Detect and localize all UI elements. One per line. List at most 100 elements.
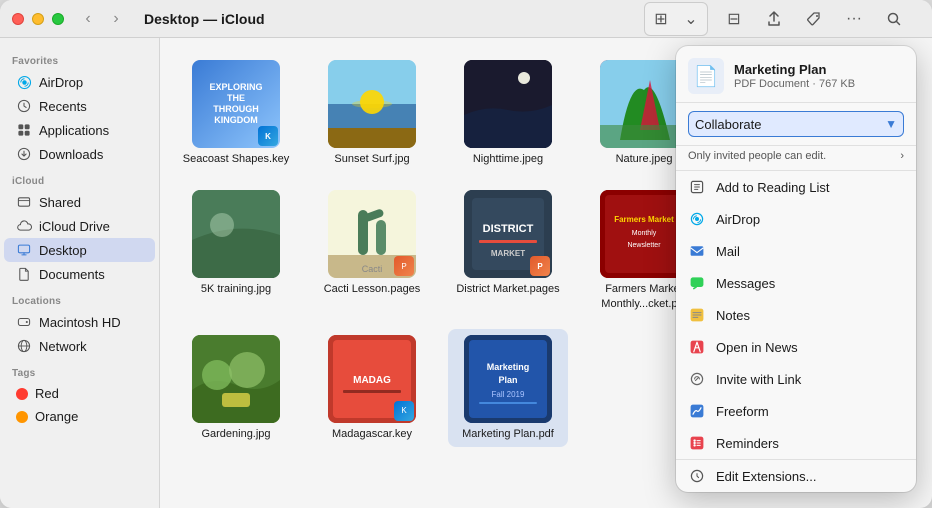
sidebar-item-macintosh-hd[interactable]: Macintosh HD [4, 310, 155, 334]
sidebar-desktop-label: Desktop [39, 243, 87, 258]
edit-extensions-icon [688, 467, 706, 485]
popup-menu-item-notes[interactable]: Notes [676, 299, 916, 331]
reading-list-label: Add to Reading List [716, 180, 829, 195]
close-button[interactable] [12, 13, 24, 25]
sidebar-item-desktop[interactable]: Desktop [4, 238, 155, 262]
search-button[interactable] [880, 5, 908, 33]
mail-label: Mail [716, 244, 740, 259]
file-thumb-5k [192, 190, 280, 278]
popup-menu-item-reminders[interactable]: Reminders [676, 427, 916, 459]
svg-text:Newsletter: Newsletter [627, 242, 661, 249]
back-button[interactable]: ‹ [76, 7, 100, 31]
file-thumb-madagascar: MADAG K [328, 335, 416, 423]
sidebar-item-icloud-drive[interactable]: iCloud Drive [4, 214, 155, 238]
orange-tag-dot [16, 411, 28, 423]
freeform-icon [688, 402, 706, 420]
network-icon [16, 338, 32, 354]
minimize-button[interactable] [32, 13, 44, 25]
sidebar-network-label: Network [39, 339, 87, 354]
toolbar: ‹ › Desktop — iCloud ⊞ ⌄ ⊟ [64, 2, 920, 36]
file-thumb-sunset [328, 60, 416, 148]
sidebar-item-applications[interactable]: Applications [4, 118, 155, 142]
airdrop-icon [16, 74, 32, 90]
file-item-cacti[interactable]: Cacti P Cacti Lesson.pages [312, 184, 432, 317]
svg-text:Marketing: Marketing [487, 362, 530, 372]
file-item-marketing[interactable]: Marketing Plan Fall 2019 Marketing Plan.… [448, 329, 568, 447]
file-item-gardening[interactable]: Gardening.jpg [176, 329, 296, 447]
view-toggle[interactable]: ⊞ ⌄ [644, 2, 708, 36]
file-thumb-nighttime [464, 60, 552, 148]
airdrop-share-label: AirDrop [716, 212, 760, 227]
sidebar-item-network[interactable]: Network [4, 334, 155, 358]
file-item-district[interactable]: DISTRICT MARKET P District Market.pages [448, 184, 568, 317]
edit-extensions-label: Edit Extensions... [716, 469, 816, 484]
group-by-button[interactable]: ⊟ [720, 5, 748, 33]
sidebar-documents-label: Documents [39, 267, 105, 282]
popup-header: 📄 Marketing Plan PDF Document · 767 KB [676, 46, 916, 103]
file-item-seacoast[interactable]: EXPLORINGTHETHROUGHKINGDOM K Seacoast Sh… [176, 54, 296, 172]
popup-menu-item-airdrop[interactable]: AirDrop [676, 203, 916, 235]
file-item-nighttime[interactable]: Nighttime.jpeg [448, 54, 568, 172]
airdrop-share-icon [688, 210, 706, 228]
sidebar-item-recents[interactable]: Recents [4, 94, 155, 118]
file-label-madagascar: Madagascar.key [332, 427, 412, 441]
sidebar-shared-label: Shared [39, 195, 81, 210]
sidebar-downloads-label: Downloads [39, 147, 103, 162]
popup-menu-item-messages[interactable]: Messages [676, 267, 916, 299]
popup-menu-item-freeform[interactable]: Freeform [676, 395, 916, 427]
sidebar-item-documents[interactable]: Documents [4, 262, 155, 286]
file-item-5k[interactable]: 5K training.jpg [176, 184, 296, 317]
shared-icon [16, 194, 32, 210]
invite-link-icon [688, 370, 706, 388]
sidebar-item-airdrop[interactable]: AirDrop [4, 70, 155, 94]
svg-text:Fall 2019: Fall 2019 [492, 390, 525, 399]
invite-hint-chevron: › [900, 150, 904, 162]
downloads-icon [16, 146, 32, 162]
titlebar: ‹ › Desktop — iCloud ⊞ ⌄ ⊟ [0, 0, 932, 38]
sidebar: Favorites AirDrop [0, 38, 160, 508]
recents-icon [16, 98, 32, 114]
sidebar-item-downloads[interactable]: Downloads [4, 142, 155, 166]
file-item-sunset[interactable]: Sunset Surf.jpg [312, 54, 432, 172]
file-item-madagascar[interactable]: MADAG K Madagascar.key [312, 329, 432, 447]
sidebar-orange-label: Orange [35, 409, 78, 424]
sidebar-recents-label: Recents [39, 99, 87, 114]
svg-text:Plan: Plan [498, 375, 517, 385]
popup-menu-item-invite-link[interactable]: Invite with Link [676, 363, 916, 395]
reminders-icon [688, 434, 706, 452]
sidebar-item-orange[interactable]: Orange [4, 405, 155, 428]
collaborate-select[interactable]: Collaborate ▼ [688, 111, 904, 137]
file-label-gardening: Gardening.jpg [201, 427, 270, 441]
popup-invite-hint[interactable]: Only invited people can edit. › [676, 146, 916, 171]
breadcrumb: Desktop — iCloud [144, 11, 265, 27]
file-area: EXPLORINGTHETHROUGHKINGDOM K Seacoast Sh… [160, 38, 932, 508]
notes-label: Notes [716, 308, 750, 323]
sidebar-macintosh-label: Macintosh HD [39, 315, 121, 330]
popup-arrow [840, 46, 856, 47]
popup-edit-extensions[interactable]: Edit Extensions... [676, 459, 916, 492]
mail-icon [688, 242, 706, 260]
popup-menu-item-open-news[interactable]: Open in News [676, 331, 916, 363]
forward-button[interactable]: › [104, 7, 128, 31]
share-button[interactable] [760, 5, 788, 33]
sidebar-airdrop-label: AirDrop [39, 75, 83, 90]
tag-button[interactable] [800, 5, 828, 33]
nav-buttons: ‹ › [76, 7, 128, 31]
documents-icon [16, 266, 32, 282]
sidebar-item-shared[interactable]: Shared [4, 190, 155, 214]
svg-text:DISTRICT: DISTRICT [483, 223, 534, 235]
more-button[interactable]: ··· [840, 5, 868, 33]
notes-icon [688, 306, 706, 324]
file-thumb-farmers: Farmers Market Monthly Newsletter [600, 190, 688, 278]
file-thumb-nature [600, 60, 688, 148]
news-icon [688, 338, 706, 356]
toolbar-actions: ⊞ ⌄ ⊟ ··· [644, 2, 908, 36]
sidebar-item-red[interactable]: Red [4, 382, 155, 405]
main-content: Favorites AirDrop [0, 38, 932, 508]
popup-menu-item-mail[interactable]: Mail [676, 235, 916, 267]
icon-view-button[interactable]: ⊞ [647, 5, 675, 33]
maximize-button[interactable] [52, 13, 64, 25]
list-view-button[interactable]: ⌄ [677, 5, 705, 33]
file-label-sunset: Sunset Surf.jpg [334, 152, 409, 166]
popup-menu-item-reading-list[interactable]: Add to Reading List [676, 171, 916, 203]
